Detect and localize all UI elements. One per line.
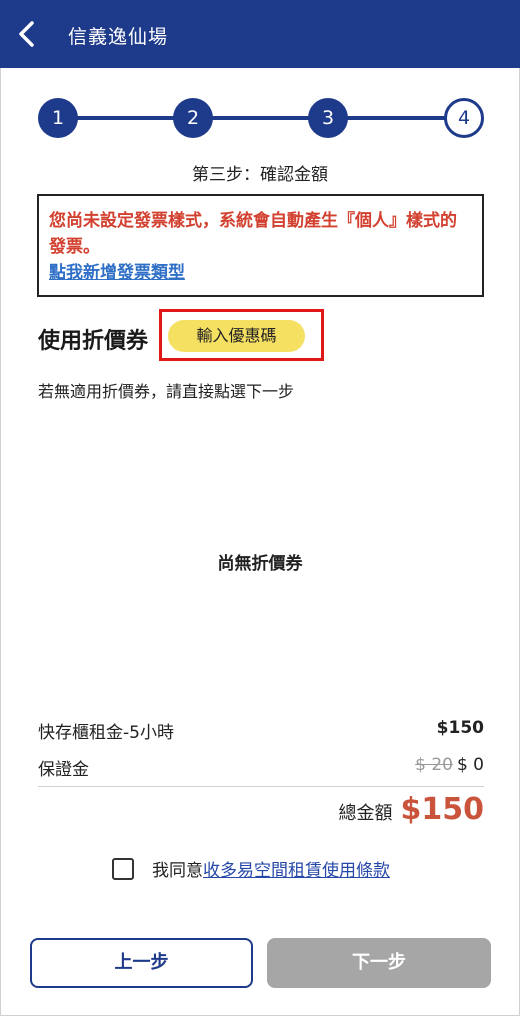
step-4-current: 4 bbox=[444, 98, 484, 138]
next-step-button[interactable]: 下一步 bbox=[267, 938, 491, 988]
fee-label: 快存櫃租金-5小時 bbox=[38, 723, 174, 743]
coupon-section-title: 使用折價券 bbox=[38, 329, 149, 354]
total-value: $150 bbox=[400, 792, 485, 827]
step-3: 3 bbox=[308, 98, 348, 138]
coupon-hint: 若無適用折價券，請直接點選下一步 bbox=[38, 382, 295, 401]
agree-prefix: 我同意 bbox=[152, 861, 203, 881]
terms-agreement: 我同意 收多易空間租賃使用條款 bbox=[112, 856, 390, 881]
step-1: 1 bbox=[38, 98, 78, 138]
progress-stepper: 1 2 3 4 bbox=[38, 98, 484, 138]
enter-coupon-code-button[interactable]: 輸入優惠碼 bbox=[168, 320, 305, 352]
fee-row-deposit: 保證金 $ 20 $ 0 bbox=[38, 755, 484, 780]
fee-label: 保證金 bbox=[38, 760, 89, 780]
prev-step-button[interactable]: 上一步 bbox=[30, 938, 253, 988]
no-coupons-text: 尚無折價券 bbox=[217, 554, 303, 574]
fee-amount: $ 0 bbox=[456, 755, 484, 775]
total-row: 總金額 $150 bbox=[339, 792, 485, 827]
terms-link[interactable]: 收多易空間租賃使用條款 bbox=[203, 856, 390, 881]
step-caption: 第三步：確認金額 bbox=[192, 165, 328, 185]
page-title: 信義逸仙場 bbox=[68, 26, 169, 48]
top-bar: 信義逸仙場 bbox=[0, 0, 520, 68]
total-label: 總金額 bbox=[338, 803, 393, 824]
fee-amount-group: $ 20 $ 0 bbox=[415, 755, 484, 775]
agree-checkbox[interactable] bbox=[112, 857, 134, 880]
back-button[interactable] bbox=[12, 18, 44, 50]
step-2: 2 bbox=[173, 98, 213, 138]
original-amount: $ 20 bbox=[415, 755, 453, 775]
notice-message: 您尚未設定發票樣式，系統會自動產生『個人』樣式的發票。 bbox=[49, 211, 457, 257]
fee-row-rental: 快存櫃租金-5小時 $150 bbox=[38, 718, 484, 743]
stepper-line bbox=[58, 116, 464, 120]
fees-divider bbox=[38, 786, 484, 787]
fee-amount: $150 bbox=[436, 718, 484, 738]
invoice-notice: 您尚未設定發票樣式，系統會自動產生『個人』樣式的發票。 點我新增發票類型 bbox=[37, 194, 484, 297]
chevron-left-icon bbox=[19, 21, 34, 47]
add-invoice-type-link[interactable]: 點我新增發票類型 bbox=[49, 260, 472, 286]
